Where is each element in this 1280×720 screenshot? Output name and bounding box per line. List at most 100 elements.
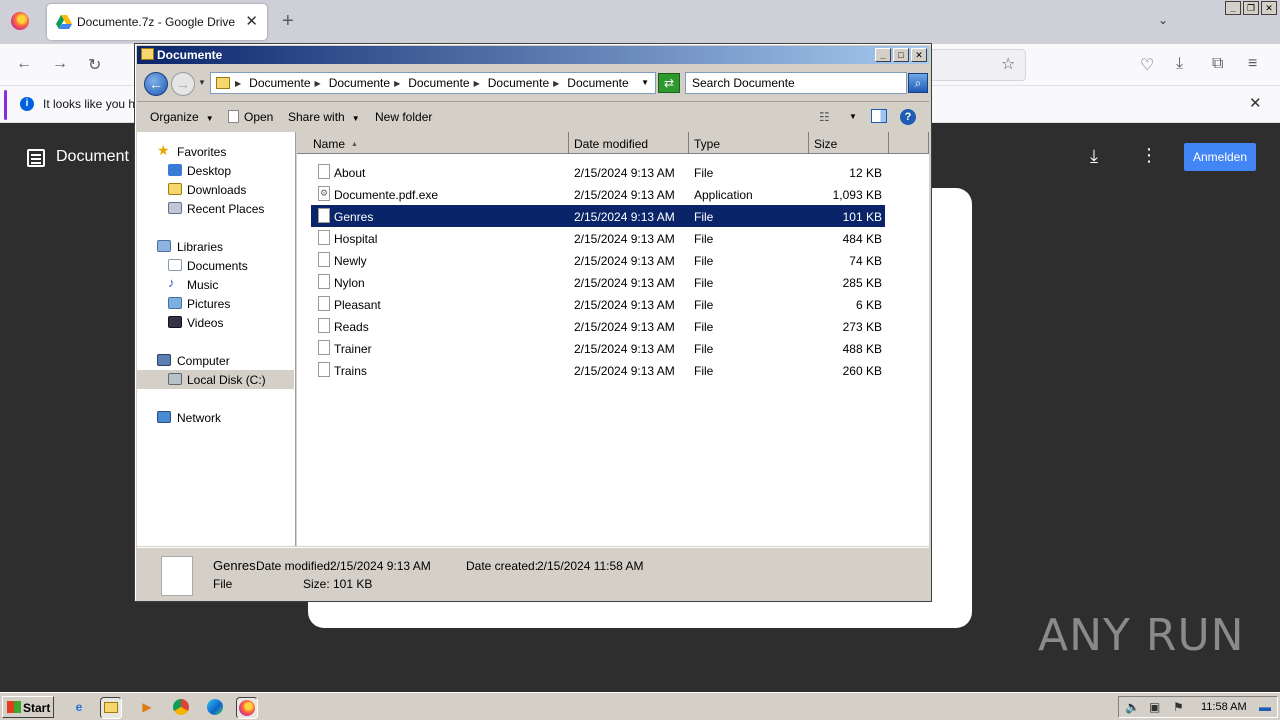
nav-network[interactable]: Network (137, 408, 294, 427)
refresh-icon[interactable]: ⇄ (658, 73, 680, 93)
firefox-taskbar-icon[interactable] (236, 697, 258, 719)
volume-icon[interactable]: 🔈 (1125, 700, 1140, 714)
address-bar[interactable]: ▶ Documente ▶ Documente ▶ Documente ▶ Do… (210, 72, 656, 94)
file-name: Newly (334, 254, 367, 268)
file-row[interactable]: Pleasant 2/15/2024 9:13 AM File 6 KB (311, 293, 885, 315)
chrome-icon[interactable] (170, 697, 192, 719)
nav-libraries[interactable]: Libraries (137, 237, 294, 256)
nav-music[interactable]: ♪ Music (137, 275, 294, 294)
nav-favorites[interactable]: ★ Favorites (137, 142, 294, 161)
maximize-icon[interactable]: □ (893, 48, 909, 62)
new-folder-button[interactable]: New folder (375, 110, 432, 124)
search-placeholder: Search Documente (692, 76, 795, 90)
file-row-selected[interactable]: Genres 2/15/2024 9:13 AM File 101 KB (311, 205, 885, 227)
nav-videos[interactable]: Videos (137, 313, 294, 332)
file-row[interactable]: About 2/15/2024 9:13 AM File 12 KB (311, 161, 885, 183)
share-with-button[interactable]: Share with ▼ (288, 110, 360, 124)
file-size: 273 KB (842, 320, 882, 334)
new-tab-icon[interactable]: + (282, 10, 294, 33)
minimize-icon[interactable]: _ (875, 48, 891, 62)
breadcrumb: ▶ Documente ▶ Documente ▶ Documente ▶ Do… (235, 76, 629, 90)
firefox-logo-icon[interactable] (11, 12, 29, 30)
show-desktop-icon[interactable]: ▬ (1259, 700, 1271, 714)
open-button[interactable]: Open (228, 110, 273, 124)
nav-label: Local Disk (C:) (187, 373, 266, 387)
breadcrumb-separator-icon[interactable]: ▶ (235, 79, 241, 90)
breadcrumb-separator-icon[interactable]: ▶ (315, 79, 321, 90)
tab-list-chevron-icon[interactable]: ⌄ (1158, 13, 1168, 27)
search-icon[interactable]: ⌕ (908, 73, 928, 93)
forward-button-icon[interactable]: → (171, 72, 195, 96)
preview-pane-icon[interactable] (871, 109, 887, 123)
internet-explorer-icon[interactable]: e (68, 697, 90, 719)
breadcrumb-item[interactable]: Documente (567, 76, 628, 90)
file-row[interactable]: Trains 2/15/2024 9:13 AM File 260 KB (311, 359, 885, 381)
nav-recent-places[interactable]: Recent Places (137, 199, 294, 218)
breadcrumb-item[interactable]: Documente (488, 76, 549, 90)
browser-tab[interactable]: Documente.7z - Google Drive ✕ (47, 4, 267, 40)
media-player-icon[interactable]: ▶ (136, 697, 158, 719)
address-dropdown-icon[interactable]: ▼ (641, 78, 649, 87)
breadcrumb-separator-icon[interactable]: ▶ (474, 79, 480, 90)
nav-desktop[interactable]: Desktop (137, 161, 294, 180)
file-row[interactable]: Reads 2/15/2024 9:13 AM File 273 KB (311, 315, 885, 337)
drive-more-icon[interactable]: ⋮ (1140, 145, 1158, 166)
nav-downloads[interactable]: Downloads (137, 180, 294, 199)
downloads-icon[interactable]: ⤓ (1176, 55, 1183, 73)
file-row[interactable]: Newly 2/15/2024 9:13 AM File 74 KB (311, 249, 885, 271)
organize-button[interactable]: Organize ▼ (150, 110, 214, 124)
nav-pictures[interactable]: Pictures (137, 294, 294, 313)
view-dropdown-icon[interactable]: ▼ (849, 112, 857, 121)
notification-close-icon[interactable]: ✕ (1249, 94, 1262, 112)
breadcrumb-item[interactable]: Documente (249, 76, 310, 90)
bookmark-star-icon[interactable]: ☆ (1001, 54, 1015, 74)
reload-icon[interactable]: ↻ (88, 55, 101, 75)
extensions-icon[interactable]: ⧉ (1212, 55, 1223, 73)
browser-tabbar: Documente.7z - Google Drive ✕ + ⌄ _ ❐ ✕ (0, 0, 1280, 44)
file-explorer-icon[interactable] (100, 697, 122, 719)
change-view-icon[interactable]: ☷ (819, 110, 830, 124)
start-button[interactable]: Start (2, 696, 54, 718)
details-file-type: File (213, 577, 233, 591)
back-button-icon[interactable]: ← (144, 72, 168, 96)
search-input[interactable]: Search Documente (685, 72, 907, 94)
close-icon[interactable]: ✕ (911, 48, 927, 62)
file-date: 2/15/2024 9:13 AM (574, 232, 675, 246)
nav-computer[interactable]: Computer (137, 351, 294, 370)
breadcrumb-separator-icon[interactable]: ▶ (394, 79, 400, 90)
pocket-icon[interactable]: ♡ (1140, 55, 1154, 75)
file-row[interactable]: Trainer 2/15/2024 9:13 AM File 488 KB (311, 337, 885, 359)
clock[interactable]: 11:58 AM (1201, 701, 1247, 713)
history-dropdown-icon[interactable]: ▼ (198, 78, 206, 87)
details-date-created-label: Date created: (466, 559, 539, 573)
tab-close-icon[interactable]: ✕ (245, 12, 258, 30)
minimize-icon[interactable]: _ (1225, 1, 1241, 15)
breadcrumb-item[interactable]: Documente (408, 76, 469, 90)
libraries-icon (157, 240, 171, 252)
file-row[interactable]: Nylon 2/15/2024 9:13 AM File 285 KB (311, 271, 885, 293)
column-header-type[interactable]: Type (689, 132, 809, 154)
notification-text: It looks like you ha (43, 97, 142, 111)
nav-documents[interactable]: Documents (137, 256, 294, 275)
column-header-name[interactable]: Name ▲ (297, 132, 569, 154)
back-icon[interactable]: ← (16, 55, 32, 73)
drive-download-icon[interactable]: ⤓ (1090, 146, 1098, 167)
column-header-size[interactable]: Size (809, 132, 889, 154)
file-size: 285 KB (842, 276, 882, 290)
close-icon[interactable]: ✕ (1261, 1, 1277, 15)
help-icon[interactable]: ? (900, 109, 916, 125)
action-center-flag-icon[interactable]: ⚑ (1173, 700, 1184, 714)
network-tray-icon[interactable]: ▣ (1149, 700, 1160, 714)
file-row[interactable]: Documente.pdf.exe 2/15/2024 9:13 AM Appl… (311, 183, 885, 205)
restore-icon[interactable]: ❐ (1243, 1, 1259, 15)
edge-icon[interactable] (204, 697, 226, 719)
breadcrumb-item[interactable]: Documente (329, 76, 390, 90)
explorer-titlebar[interactable]: Documente _ □ ✕ (137, 46, 929, 64)
file-row[interactable]: Hospital 2/15/2024 9:13 AM File 484 KB (311, 227, 885, 249)
column-header-date[interactable]: Date modified (569, 132, 689, 154)
forward-icon[interactable]: → (52, 55, 68, 73)
menu-icon[interactable]: ≡ (1248, 55, 1257, 73)
signin-button[interactable]: Anmelden (1184, 143, 1256, 171)
breadcrumb-separator-icon[interactable]: ▶ (553, 79, 559, 90)
nav-local-disk[interactable]: Local Disk (C:) (137, 370, 294, 389)
